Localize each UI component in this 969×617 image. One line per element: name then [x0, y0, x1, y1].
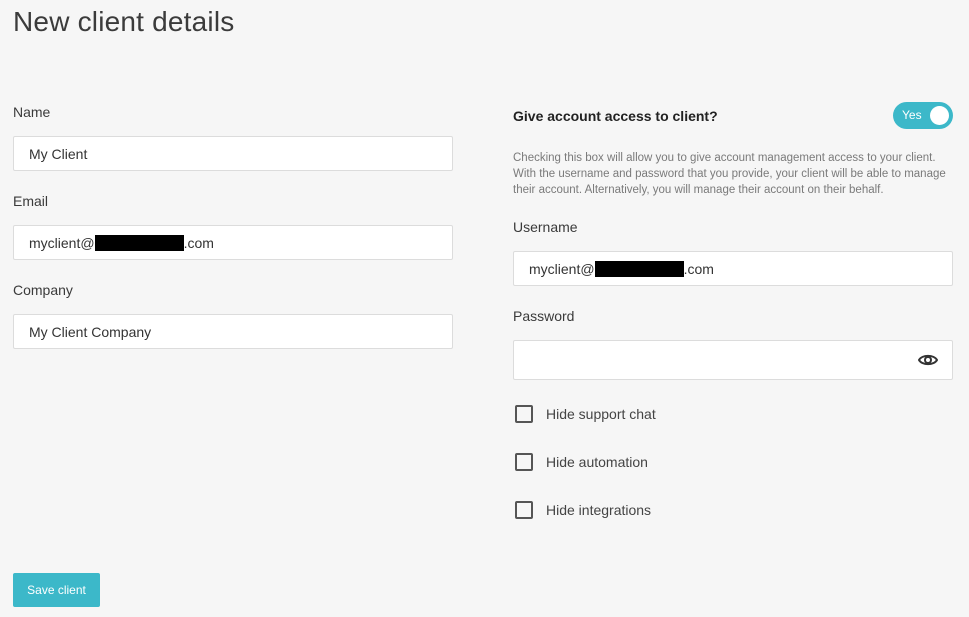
- redaction-block: [594, 260, 684, 277]
- toggle-knob: [930, 106, 949, 125]
- eye-icon[interactable]: [917, 353, 939, 367]
- name-label: Name: [13, 104, 51, 120]
- password-field[interactable]: [513, 340, 953, 380]
- username-value-suffix: .com: [683, 260, 714, 277]
- hide-integrations-option[interactable]: Hide integrations: [515, 501, 651, 519]
- checkbox-label: Hide integrations: [546, 502, 652, 518]
- hide-support-chat-option[interactable]: Hide support chat: [515, 405, 656, 423]
- hide-automation-checkbox[interactable]: [515, 453, 533, 471]
- toggle-label: Yes: [902, 108, 922, 122]
- save-client-button[interactable]: Save client: [13, 573, 100, 607]
- company-field[interactable]: My Client Company: [13, 314, 453, 349]
- page-title: New client details: [13, 6, 235, 37]
- checkbox-label: Hide automation: [546, 454, 648, 470]
- checkbox-label: Hide support chat: [546, 406, 656, 422]
- redaction-block: [94, 234, 184, 251]
- company-label: Company: [13, 282, 73, 298]
- hide-support-chat-checkbox[interactable]: [515, 405, 533, 423]
- name-value: My Client: [29, 145, 88, 162]
- account-access-toggle[interactable]: Yes: [893, 102, 953, 129]
- password-label: Password: [513, 308, 575, 324]
- username-field[interactable]: myclient@ .com: [513, 251, 953, 286]
- account-access-heading: Give account access to client?: [513, 108, 718, 124]
- email-field[interactable]: myclient@ .com: [13, 225, 453, 260]
- username-value-prefix: myclient@: [529, 260, 595, 277]
- email-value-prefix: myclient@: [29, 234, 95, 251]
- account-access-description: Checking this box will allow you to give…: [513, 152, 946, 196]
- company-value: My Client Company: [29, 323, 152, 340]
- hide-automation-option[interactable]: Hide automation: [515, 453, 648, 471]
- name-field[interactable]: My Client: [13, 136, 453, 171]
- email-value-suffix: .com: [183, 234, 214, 251]
- hide-integrations-checkbox[interactable]: [515, 501, 533, 519]
- email-label: Email: [13, 193, 49, 209]
- username-label: Username: [513, 219, 578, 235]
